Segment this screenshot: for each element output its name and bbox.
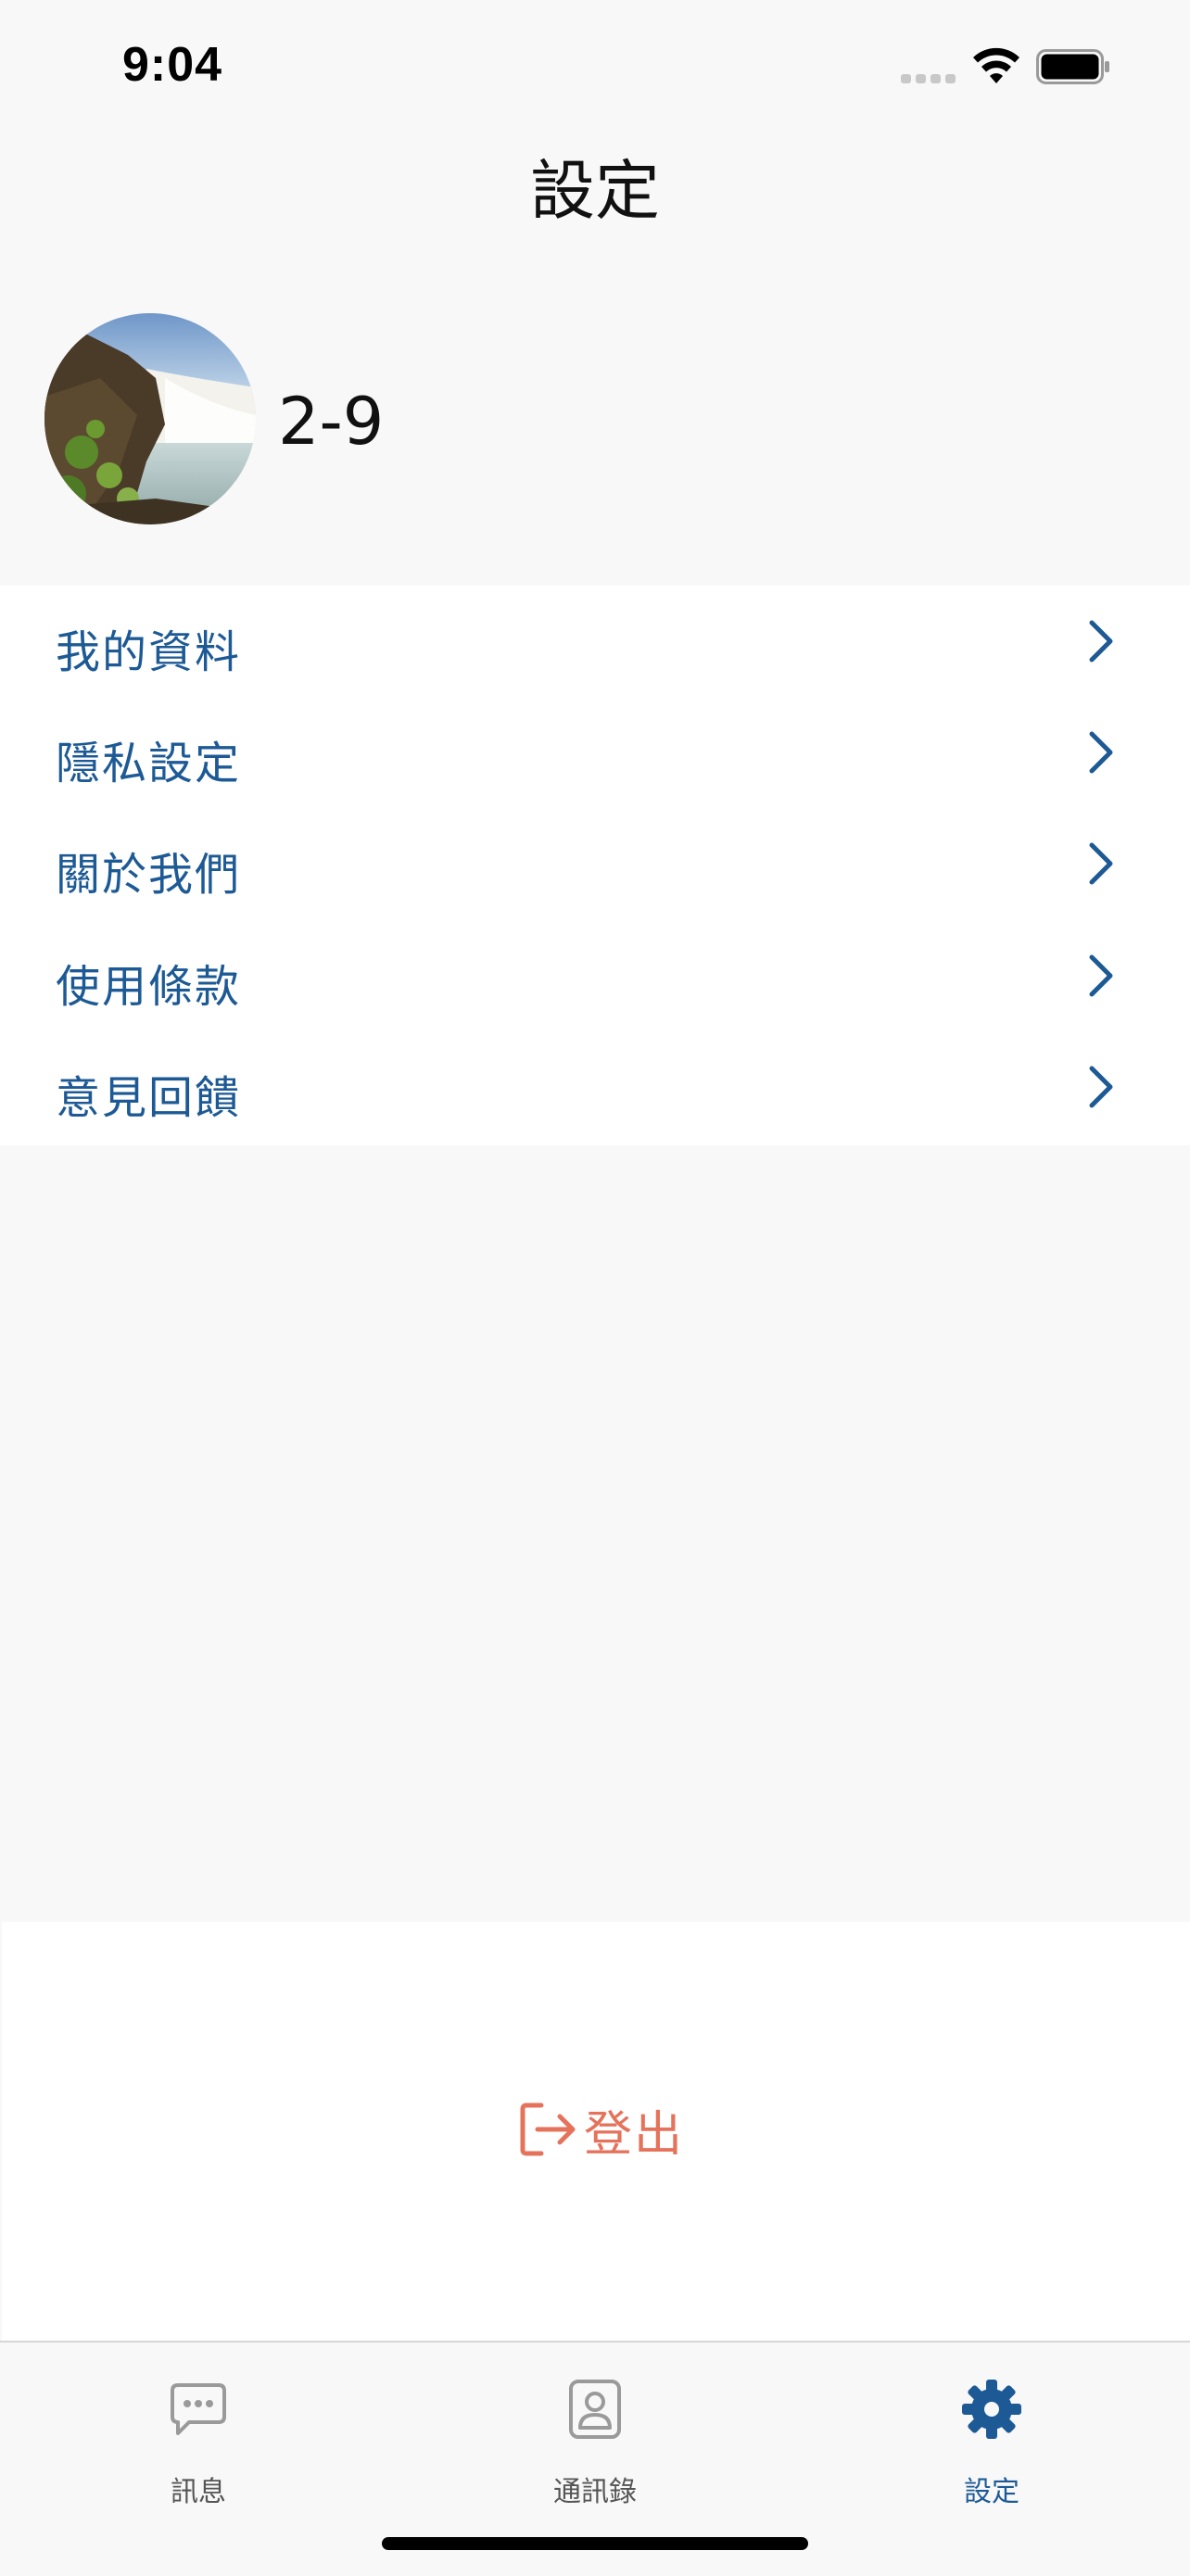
contact-card-icon	[569, 2380, 621, 2439]
home-indicator[interactable]	[382, 2537, 808, 2550]
menu-item-my-profile[interactable]: 我的資料	[0, 586, 1190, 697]
chevron-right-icon	[1089, 620, 1113, 663]
logout-icon	[520, 2102, 576, 2156]
status-bar: 9:04	[0, 0, 1190, 130]
menu-item-terms-of-use[interactable]: 使用條款	[0, 920, 1190, 1031]
menu-item-about-us[interactable]: 關於我們	[0, 808, 1190, 919]
avatar[interactable]	[44, 313, 256, 524]
settings-menu: 我的資料 隱私設定 關於我們 使用條款 意見回饋	[0, 586, 1190, 1145]
chevron-right-icon	[1089, 954, 1113, 997]
chevron-right-icon	[1089, 842, 1113, 885]
wifi-icon	[973, 47, 1019, 83]
cellular-signal-icon	[901, 74, 956, 83]
chat-bubble-icon	[171, 2383, 226, 2435]
gear-icon	[962, 2380, 1021, 2439]
status-time: 9:04	[122, 38, 223, 92]
menu-item-feedback[interactable]: 意見回饋	[0, 1031, 1190, 1143]
logout-label: 登出	[584, 2106, 685, 2163]
menu-item-label: 關於我們	[56, 849, 242, 901]
avatar-waterfall-photo	[44, 313, 256, 524]
menu-item-label: 隱私設定	[56, 738, 242, 789]
tab-settings[interactable]: 設定	[880, 2361, 1103, 2508]
menu-item-label: 我的資料	[56, 626, 242, 678]
chevron-right-icon	[1089, 731, 1113, 774]
menu-item-label: 意見回饋	[56, 1072, 242, 1124]
chevron-right-icon	[1089, 1066, 1113, 1108]
tab-label: 訊息	[171, 2476, 226, 2508]
menu-item-privacy-settings[interactable]: 隱私設定	[0, 697, 1190, 808]
tab-contacts[interactable]: 通訊錄	[484, 2361, 706, 2508]
profile-name: 2-9	[278, 384, 385, 460]
logout-panel: 登出	[2, 1922, 1190, 2341]
logout-button[interactable]: 登出	[517, 2092, 684, 2166]
tab-label: 設定	[964, 2476, 1019, 2508]
menu-item-label: 使用條款	[56, 961, 242, 1013]
tab-label: 通訊錄	[553, 2476, 637, 2508]
tab-messages[interactable]: 訊息	[87, 2361, 310, 2508]
page-title: 設定	[530, 153, 660, 229]
battery-icon	[1036, 49, 1109, 84]
